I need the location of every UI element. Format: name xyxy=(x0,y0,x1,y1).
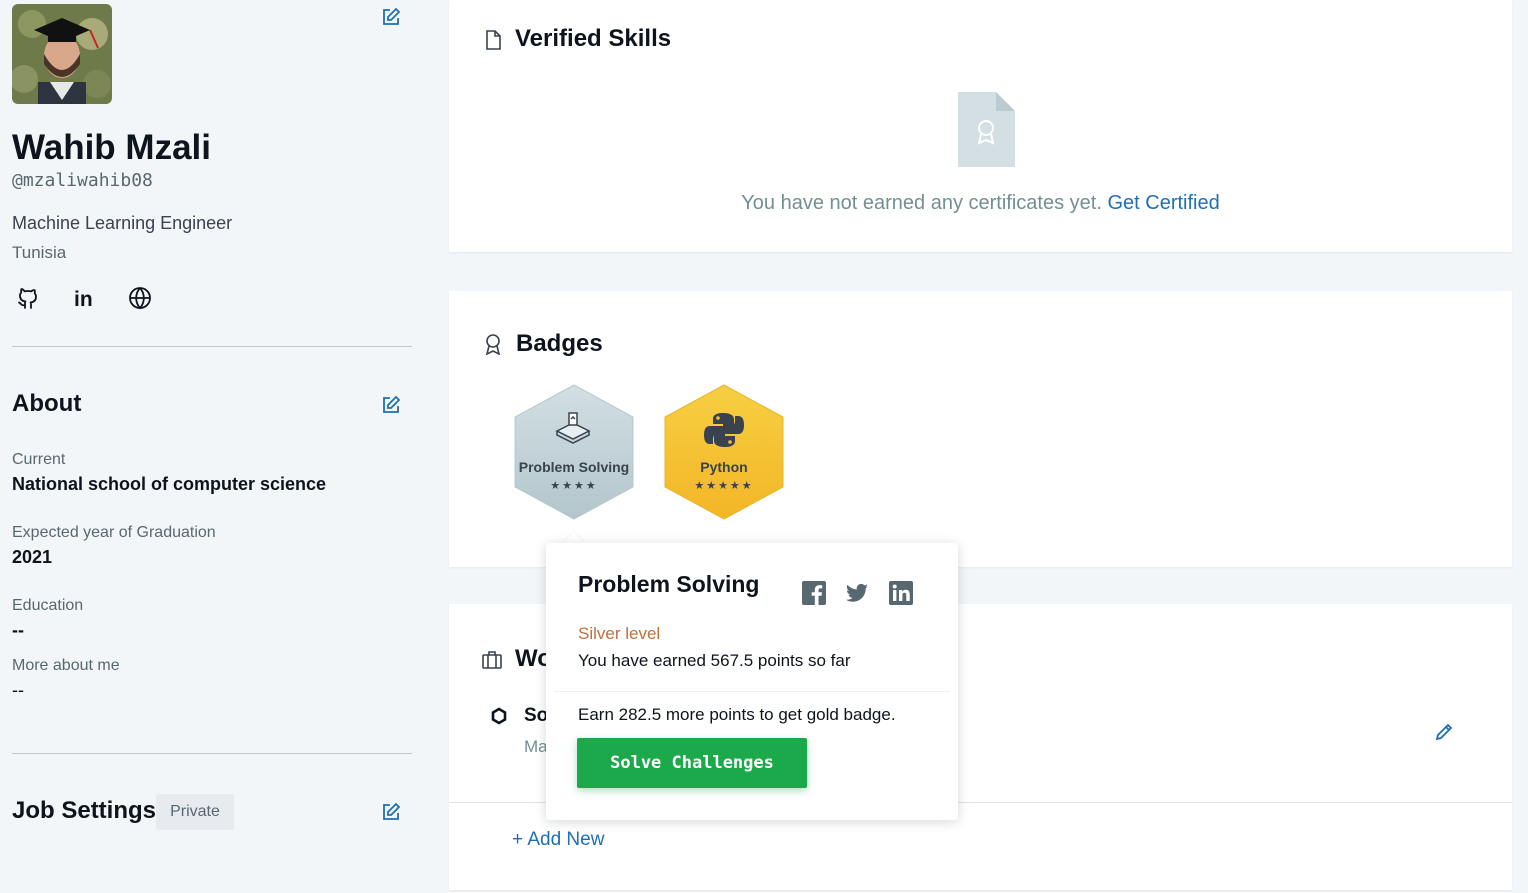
profile-name: Wahib Mzali xyxy=(12,128,211,167)
edit-profile-icon[interactable] xyxy=(381,7,401,27)
about-education-label: Education xyxy=(12,597,84,614)
about-graduation-label: Expected year of Graduation xyxy=(12,524,216,541)
popover-level: Silver level xyxy=(578,624,661,643)
about-more-label: More about me xyxy=(12,657,120,674)
briefcase-icon xyxy=(481,649,503,671)
about-current-label: Current xyxy=(12,451,66,468)
badge-popover: Problem Solving Silver level You have ea… xyxy=(546,543,958,820)
edit-about-icon[interactable] xyxy=(381,395,401,415)
twitter-icon[interactable] xyxy=(845,581,869,605)
verified-skills-heading: Verified Skills xyxy=(515,25,672,52)
badge-name: Python xyxy=(700,459,748,475)
svg-text:in: in xyxy=(74,288,93,310)
popover-remaining-points: Earn 282.5 more points to get gold badge… xyxy=(578,705,896,724)
add-new-link[interactable]: + Add New xyxy=(512,829,604,851)
about-heading: About xyxy=(12,390,82,417)
about-current-value: National school of computer science xyxy=(12,474,327,494)
work-item-subtitle: Ma xyxy=(524,737,548,756)
get-certified-link[interactable]: Get Certified xyxy=(1107,192,1219,214)
badge-stars: ★★★★ xyxy=(550,480,598,492)
badges-card: Badges Problem Solving ★★★★ Python ★★★★★ xyxy=(449,291,1512,567)
about-education-value: -- xyxy=(12,620,24,640)
avatar xyxy=(12,4,112,104)
hexagon-icon xyxy=(490,707,508,725)
badge-python[interactable]: Python ★★★★★ xyxy=(661,383,787,521)
verified-skills-card: Verified Skills You have not earned any … xyxy=(449,0,1512,252)
badge-stars: ★★★★★ xyxy=(694,480,754,492)
work-item-title: So xyxy=(524,705,549,726)
badges-heading: Badges xyxy=(516,330,603,357)
profile-title: Machine Learning Engineer xyxy=(12,213,233,233)
profile-sidebar: Wahib Mzali @mzaliwahib08 Machine Learni… xyxy=(0,0,430,893)
job-settings-heading: Job Settings xyxy=(12,797,157,824)
popover-divider xyxy=(554,691,950,692)
award-icon xyxy=(482,333,504,356)
document-icon xyxy=(482,29,504,51)
about-graduation-value: 2021 xyxy=(12,547,53,567)
badge-problem-solving[interactable]: Problem Solving ★★★★ xyxy=(511,383,637,521)
visibility-badge: Private xyxy=(156,794,234,830)
sidebar-divider xyxy=(12,346,412,347)
profile-country: Tunisia xyxy=(12,243,67,262)
badge-name: Problem Solving xyxy=(518,459,630,475)
sidebar-divider xyxy=(12,753,412,754)
certificates-empty-message: You have not earned any certificates yet… xyxy=(449,192,1512,215)
popover-title: Problem Solving xyxy=(578,571,760,597)
edit-job-settings-icon[interactable] xyxy=(381,802,401,822)
github-icon[interactable] xyxy=(15,285,41,311)
certificate-placeholder-icon xyxy=(958,92,1015,167)
linkedin-icon[interactable]: in xyxy=(71,285,97,311)
popover-earned-points: You have earned 567.5 points so far xyxy=(578,651,851,670)
pencil-icon[interactable] xyxy=(1434,722,1454,742)
about-more-value: -- xyxy=(12,680,24,700)
certificates-empty-text: You have not earned any certificates yet… xyxy=(741,192,1102,214)
facebook-icon[interactable] xyxy=(802,581,826,605)
solve-challenges-button[interactable]: Solve Challenges xyxy=(577,738,807,788)
linkedin-share-icon[interactable] xyxy=(889,581,913,605)
profile-handle: @mzaliwahib08 xyxy=(12,170,153,191)
globe-icon[interactable] xyxy=(127,285,153,311)
popover-arrow xyxy=(563,532,585,543)
